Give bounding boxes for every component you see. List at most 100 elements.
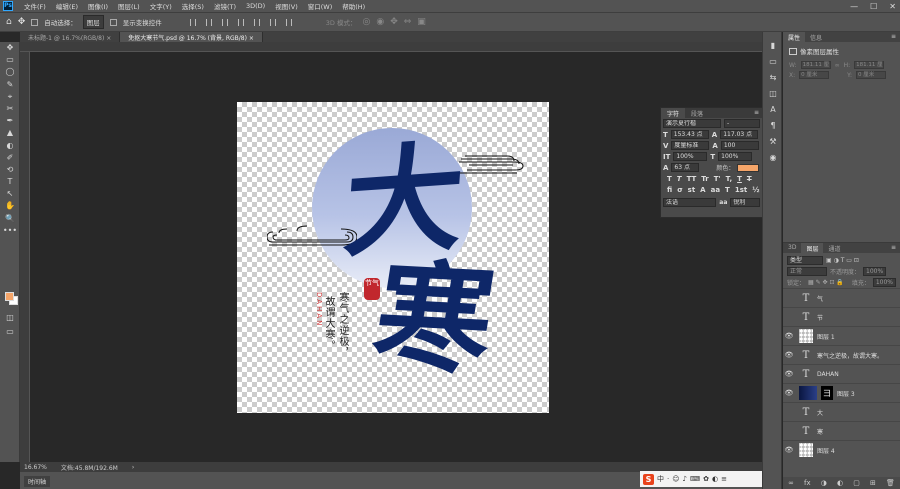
tab-properties[interactable]: 属性 — [783, 32, 806, 42]
layer-row[interactable]: 👁 T DAHAN — [783, 364, 900, 383]
hand-tool-icon[interactable]: ✋ — [0, 200, 20, 212]
crop-tool-icon[interactable]: ⌖ — [0, 91, 20, 103]
height-field[interactable]: 181.11 厘 — [854, 61, 885, 69]
eye-icon[interactable]: 👁 — [783, 332, 795, 340]
menu-filter[interactable]: 滤镜(T) — [209, 1, 241, 11]
3d-slide-icon[interactable]: ⇔ — [404, 17, 412, 27]
distribute-icon[interactable] — [285, 18, 292, 26]
menu-file[interactable]: 文件(F) — [19, 1, 51, 11]
horizontal-scale-field[interactable]: 100% — [718, 152, 753, 161]
properties-menu-icon[interactable]: ≡ — [887, 32, 900, 42]
menu-select[interactable]: 选择(S) — [177, 1, 209, 11]
paragraph-panel-icon[interactable]: ¶ — [763, 118, 783, 134]
font-size-field[interactable]: 153.43 点 — [670, 130, 709, 139]
history-panel-icon[interactable]: ▮ — [763, 38, 783, 54]
layer-row[interactable]: 👁 T 寒气之逆极，故谓大寒。 — [783, 345, 900, 364]
menu-help[interactable]: 帮助(H) — [337, 1, 370, 11]
tab-character[interactable]: 字符 — [661, 108, 686, 118]
text-color-swatch[interactable] — [737, 163, 760, 172]
close-icon[interactable]: ✕ — [889, 2, 896, 11]
antialias-select[interactable]: 锐利 — [730, 198, 760, 207]
tab-3d[interactable]: 3D — [783, 243, 801, 253]
menu-type[interactable]: 文字(Y) — [145, 1, 177, 11]
ligatures-button[interactable]: fi — [667, 186, 672, 194]
kerning-field[interactable]: 度量标准 — [671, 141, 710, 150]
new-group-icon[interactable]: ▢ — [853, 479, 860, 487]
styles-panel-icon[interactable]: ◉ — [763, 150, 783, 166]
align-top-icon[interactable] — [237, 18, 244, 26]
eye-icon[interactable]: 👁 — [783, 351, 795, 359]
character-panel-icon[interactable]: A — [763, 102, 783, 118]
link-icon[interactable]: ∞ — [835, 62, 840, 69]
ime-skin-icon[interactable]: ✿ — [703, 475, 709, 483]
discretionary-lig-button[interactable]: st — [688, 186, 696, 194]
opacity-field[interactable]: 100% — [863, 267, 887, 276]
3d-scale-icon[interactable]: ▣ — [417, 17, 426, 27]
panel-menu-icon[interactable]: ≡ — [751, 108, 762, 118]
path-select-tool-icon[interactable]: ↖ — [0, 188, 20, 200]
layer-mask-thumbnail[interactable]: ⺕ — [821, 386, 833, 400]
layer-row[interactable]: T 节 — [783, 307, 900, 326]
3d-pan-icon[interactable]: ✥ — [390, 17, 398, 27]
contextual-alt-button[interactable]: σ — [677, 186, 682, 194]
ordinals-button[interactable]: 1st — [735, 186, 747, 194]
dodge-tool-icon[interactable]: ◐ — [0, 140, 20, 152]
tracking-field[interactable]: 100 — [720, 141, 759, 150]
ime-punctuation-icon[interactable]: · — [667, 475, 669, 483]
fill-field[interactable]: 100% — [872, 278, 896, 287]
font-style-select[interactable]: - — [724, 119, 760, 128]
auto-select-dropdown[interactable]: 图层 — [82, 15, 104, 29]
move-tool-icon[interactable]: ✥ — [0, 42, 20, 54]
all-caps-button[interactable]: TT — [687, 175, 697, 183]
ime-keyboard-icon[interactable]: ⌨ — [690, 475, 700, 483]
language-select[interactable]: 法语 — [663, 198, 717, 207]
layer-filter-select[interactable]: 类型 — [787, 256, 823, 265]
marquee-tool-icon[interactable]: ▭ — [0, 54, 20, 66]
document-size[interactable]: 文档:45.8M/192.6M — [61, 463, 118, 472]
menu-edit[interactable]: 编辑(E) — [51, 1, 83, 11]
menu-view[interactable]: 视图(V) — [270, 1, 303, 11]
vertical-scale-field[interactable]: 100% — [673, 152, 708, 161]
menu-window[interactable]: 窗口(W) — [303, 1, 338, 11]
quick-select-tool-icon[interactable]: ✎ — [0, 79, 20, 91]
tab-dahan-psd[interactable]: 免抠大寒节气.psd @ 16.7% (背景, RGB/8) × — [120, 32, 263, 42]
menu-image[interactable]: 图像(I) — [83, 1, 113, 11]
titling-alt-button[interactable]: T — [725, 186, 730, 194]
brush-tool-icon[interactable]: ✒ — [0, 115, 20, 127]
ruler-vertical[interactable] — [20, 52, 30, 462]
eyedropper-tool-icon[interactable]: ✂ — [0, 103, 20, 115]
faux-bold-button[interactable]: T — [667, 175, 672, 183]
subscript-button[interactable]: T, — [726, 175, 732, 183]
ime-toggle-icon[interactable]: ◐ — [712, 475, 718, 483]
underline-button[interactable]: T — [737, 175, 742, 183]
timeline-tab[interactable]: 时间轴 — [24, 476, 51, 487]
tab-paragraph[interactable]: 段落 — [685, 108, 709, 118]
fractions-button[interactable]: ½ — [752, 186, 759, 194]
lasso-tool-icon[interactable]: ◯ — [0, 66, 20, 78]
home-icon[interactable]: ⌂ — [6, 17, 12, 27]
history-brush-icon[interactable]: ⟲ — [0, 164, 20, 176]
tab-layers[interactable]: 图层 — [801, 243, 824, 253]
show-transform-checkbox[interactable] — [109, 18, 117, 26]
delete-layer-icon[interactable]: 🗑 — [886, 479, 895, 487]
layer-row[interactable]: 👁 图层 4 — [783, 440, 900, 459]
menu-3d[interactable]: 3D(D) — [241, 2, 270, 10]
ime-menu-icon[interactable]: ≡ — [721, 475, 727, 483]
tab-untitled[interactable]: 未标题-1 @ 16.7%(RGB/8) × — [20, 32, 121, 42]
adjustment-layer-icon[interactable]: ◐ — [837, 479, 843, 487]
ruler-horizontal[interactable] — [20, 42, 762, 52]
tab-channels[interactable]: 通道 — [823, 243, 845, 253]
foreground-color-swatch[interactable] — [5, 292, 14, 301]
width-field[interactable]: 181.11 厘 — [800, 61, 831, 69]
stamp-tool-icon[interactable]: ▲ — [0, 127, 20, 139]
faux-italic-button[interactable]: T — [677, 175, 682, 183]
layer-row[interactable]: T 大 — [783, 402, 900, 421]
layer-row[interactable]: T 寒 — [783, 421, 900, 440]
ime-chinese-mode[interactable]: 中 — [657, 474, 664, 484]
auto-select-checkbox[interactable] — [31, 18, 39, 26]
move-tool-icon[interactable]: ✥ — [18, 17, 26, 27]
ime-emoji-icon[interactable]: ☺ — [672, 475, 679, 483]
3d-rotate-icon[interactable]: ◎ — [362, 17, 370, 27]
lock-icons[interactable]: ▦ ✎ ✥ ⊡ 🔒 — [808, 279, 844, 286]
3d-roll-icon[interactable]: ◉ — [376, 17, 384, 27]
